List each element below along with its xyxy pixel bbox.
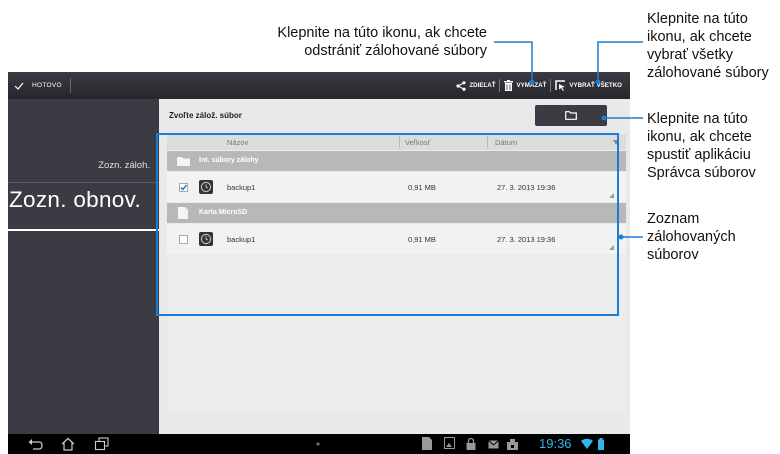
list-leader-dot [618, 234, 624, 240]
callout-leader-lines [494, 41, 643, 240]
select-all-leader-dot [595, 79, 601, 85]
delete-leader-dot [529, 79, 535, 85]
delete-leader-line [494, 41, 533, 82]
file-manager-leader-dot [601, 115, 607, 121]
select-all-leader-line [597, 41, 643, 82]
